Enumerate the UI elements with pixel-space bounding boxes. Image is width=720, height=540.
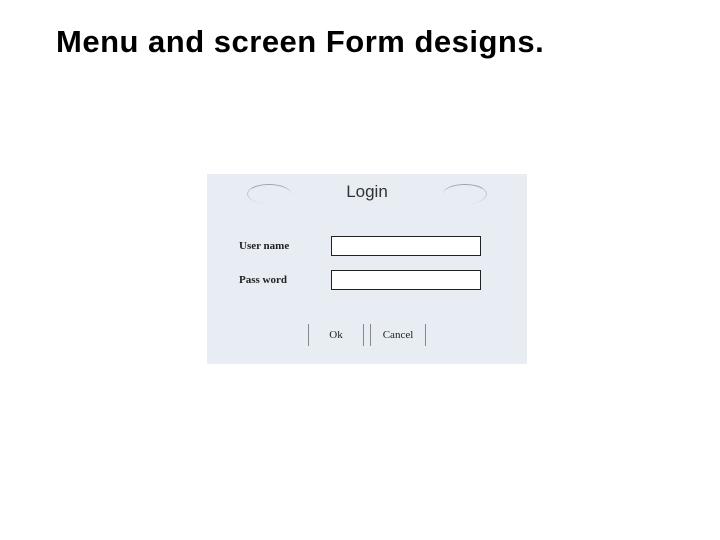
login-header: Login — [207, 182, 527, 202]
password-input[interactable] — [331, 270, 481, 290]
username-input[interactable] — [331, 236, 481, 256]
page-title: Menu and screen Form designs. — [56, 24, 544, 60]
button-row: Ok Cancel — [207, 324, 527, 346]
cancel-button[interactable]: Cancel — [370, 324, 426, 346]
password-row: Pass word — [239, 270, 481, 290]
password-label: Pass word — [239, 274, 331, 286]
ok-button[interactable]: Ok — [308, 324, 364, 346]
username-row: User name — [239, 236, 481, 256]
username-label: User name — [239, 240, 331, 252]
login-panel: Login User name Pass word Ok Cancel — [207, 174, 527, 364]
